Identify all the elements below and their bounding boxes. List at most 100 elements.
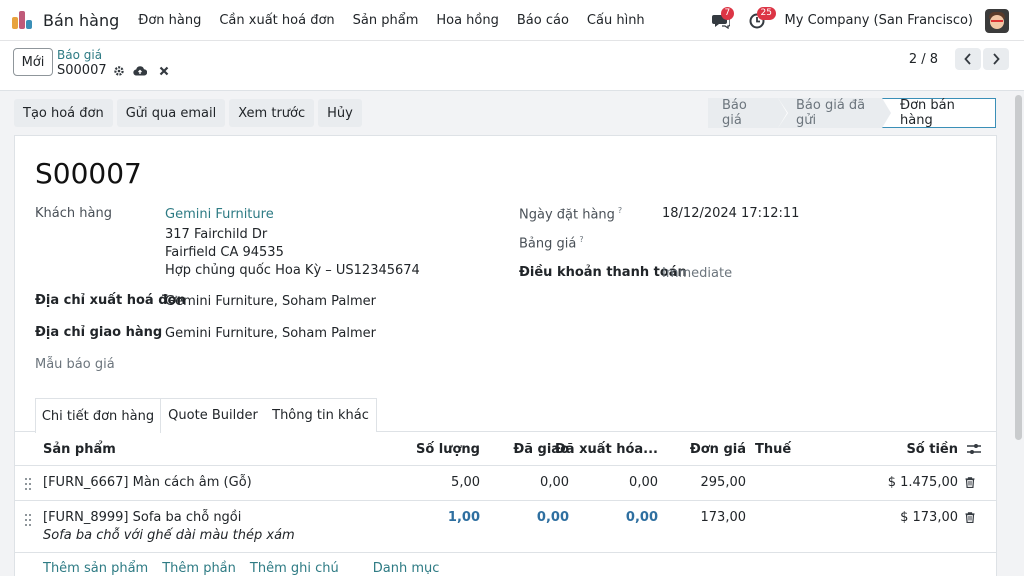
main-menu: Đơn hàng Cần xuất hoá đơn Sản phẩm Hoa h… <box>129 13 653 28</box>
invoice-address-label: Địa chỉ xuất hoá đơn <box>35 293 186 308</box>
column-taxes[interactable]: Thuế <box>755 442 791 457</box>
messages-button[interactable]: 7 <box>709 6 735 33</box>
line-quantity[interactable]: 5,00 <box>451 475 480 490</box>
customer-address-line1: 317 Fairchild Dr <box>165 227 268 242</box>
menu-products[interactable]: Sản phẩm <box>344 13 428 28</box>
form-sheet: S00007 Khách hàng Gemini Furniture 317 F… <box>14 135 997 576</box>
document-title: S00007 <box>35 157 142 190</box>
payment-terms-field[interactable]: Immediate <box>662 266 732 281</box>
create-invoice-button[interactable]: Tạo hoá đơn <box>14 99 113 127</box>
line-unit-price[interactable]: 173,00 <box>701 510 747 525</box>
messages-count-badge: 7 <box>720 6 735 20</box>
status-bar: Báo giá Báo giá đã gửi Đơn bán hàng <box>708 98 996 128</box>
line-subtotal: $ 1.475,00 <box>887 475 958 490</box>
company-switcher[interactable]: My Company (San Francisco) <box>785 13 973 28</box>
chevron-left-icon <box>964 53 971 65</box>
preview-button[interactable]: Xem trước <box>229 99 315 127</box>
menu-configuration[interactable]: Cấu hình <box>578 13 654 28</box>
line-delivered[interactable]: 0,00 <box>537 510 569 525</box>
cloud-upload-icon[interactable] <box>133 65 147 77</box>
stage-quotation-label: Báo giá <box>722 98 747 128</box>
line-invoiced: 0,00 <box>625 510 658 525</box>
pager-value[interactable]: 2 / 8 <box>909 52 938 67</box>
delete-line-icon[interactable] <box>965 512 975 523</box>
column-subtotal[interactable]: Số tiền <box>906 442 958 457</box>
stage-quotation[interactable]: Báo giá <box>708 98 788 128</box>
column-unit-price[interactable]: Đơn giá <box>690 442 746 457</box>
column-settings-icon[interactable] <box>967 443 981 455</box>
menu-to-invoice[interactable]: Cần xuất hoá đơn <box>210 13 343 28</box>
column-invoiced[interactable]: Đã xuất hóa... <box>555 442 658 457</box>
stage-sales-order[interactable]: Đơn bán hàng <box>882 98 996 128</box>
tab-order-lines[interactable]: Chi tiết đơn hàng <box>35 398 161 433</box>
top-navbar: Bán hàng Đơn hàng Cần xuất hoá đơn Sản p… <box>0 0 1024 41</box>
line-invoiced: 0,00 <box>629 475 658 490</box>
menu-orders[interactable]: Đơn hàng <box>129 13 210 28</box>
order-line-row[interactable]: [FURN_8999] Sofa ba chỗ ngồi Sofa ba chỗ… <box>15 501 996 553</box>
cancel-order-button[interactable]: Hủy <box>318 99 362 127</box>
order-date-help-icon[interactable]: ? <box>618 206 622 215</box>
menu-reporting[interactable]: Báo cáo <box>508 13 578 28</box>
control-panel: Mới Báo giá S00007 2 / 8 <box>0 41 1024 91</box>
drag-handle-icon[interactable] <box>25 478 33 490</box>
stage-quotation-sent-label: Báo giá đã gửi <box>796 98 866 128</box>
pager-next-button[interactable] <box>983 48 1009 70</box>
user-avatar[interactable] <box>985 8 1009 33</box>
activities-button[interactable]: 25 <box>745 6 776 33</box>
pager-previous-button[interactable] <box>955 48 981 70</box>
customer-link[interactable]: Gemini Furniture <box>165 207 274 222</box>
line-quantity[interactable]: 1,00 <box>448 510 480 525</box>
column-quantity[interactable]: Số lượng <box>416 442 480 457</box>
tab-other-info[interactable]: Thông tin khác <box>265 398 377 432</box>
add-product-link[interactable]: Thêm sản phẩm <box>43 561 148 576</box>
activities-count-badge: 25 <box>756 6 776 20</box>
quote-template-label: Mẫu báo giá <box>35 357 115 372</box>
line-product[interactable]: [FURN_8999] Sofa ba chỗ ngồi <box>43 510 241 525</box>
line-description[interactable]: Sofa ba chỗ với ghế dài màu thép xám <box>43 528 295 543</box>
pricelist-help-icon[interactable]: ? <box>579 235 583 244</box>
menu-commissions[interactable]: Hoa hồng <box>427 13 508 28</box>
tab-quote-builder[interactable]: Quote Builder <box>161 398 266 432</box>
customer-address-line3: Hợp chủng quốc Hoa Kỳ – US12345674 <box>165 263 420 278</box>
add-line-links: Thêm sản phẩm Thêm phần Thêm ghi chú Dan… <box>43 561 439 576</box>
notebook-tabs: Chi tiết đơn hàng Quote Builder Thông ti… <box>15 398 996 433</box>
delivery-address-label: Địa chỉ giao hàng <box>35 325 163 340</box>
delivery-address-field[interactable]: Gemini Furniture, Soham Palmer <box>165 326 376 341</box>
line-subtotal: $ 173,00 <box>900 510 958 525</box>
chevron-right-icon <box>993 53 1000 65</box>
pricelist-label: Bảng giá? <box>519 235 584 251</box>
stage-sales-order-label: Đơn bán hàng <box>900 98 955 128</box>
customer-label: Khách hàng <box>35 206 112 221</box>
order-date-label: Ngày đặt hàng? <box>519 206 622 222</box>
catalog-link[interactable]: Danh mục <box>373 561 440 576</box>
breadcrumb-quotations[interactable]: Báo giá <box>57 48 102 62</box>
send-email-button[interactable]: Gửi qua email <box>116 99 226 127</box>
stage-quotation-sent[interactable]: Báo giá đã gửi <box>778 98 892 128</box>
add-note-link[interactable]: Thêm ghi chú <box>250 561 339 576</box>
customer-address-line2: Fairfield CA 94535 <box>165 245 284 260</box>
order-date-field[interactable]: 18/12/2024 17:12:11 <box>662 206 799 221</box>
discard-icon[interactable] <box>159 66 169 76</box>
order-lines-header: Sản phẩm Số lượng Đã giao Đã xuất hóa...… <box>15 432 996 466</box>
breadcrumb-current: S00007 <box>57 63 169 78</box>
breadcrumb-current-label: S00007 <box>57 63 107 78</box>
form-view: Tạo hoá đơn Gửi qua email Xem trước Hủy … <box>0 91 1024 576</box>
line-product[interactable]: [FURN_6667] Màn cách âm (Gỗ) <box>43 475 252 490</box>
page-scrollbar[interactable] <box>1015 95 1022 440</box>
new-button[interactable]: Mới <box>13 48 53 76</box>
line-unit-price[interactable]: 295,00 <box>701 475 747 490</box>
pricelist-label-text: Bảng giá <box>519 236 577 252</box>
order-line-row[interactable]: [FURN_6667] Màn cách âm (Gỗ) 5,00 0,00 0… <box>15 466 996 501</box>
gear-icon[interactable] <box>113 65 125 77</box>
invoice-address-field[interactable]: Gemini Furniture, Soham Palmer <box>165 294 376 309</box>
app-name[interactable]: Bán hàng <box>43 11 119 30</box>
order-date-label-text: Ngày đặt hàng <box>519 207 615 223</box>
add-section-link[interactable]: Thêm phần <box>162 561 236 576</box>
sales-app-icon[interactable] <box>12 9 34 31</box>
delete-line-icon[interactable] <box>965 477 975 488</box>
action-buttons: Tạo hoá đơn Gửi qua email Xem trước Hủy <box>14 99 362 127</box>
systray: 7 25 My Company (San Francisco) <box>709 0 1024 41</box>
line-delivered[interactable]: 0,00 <box>540 475 569 490</box>
drag-handle-icon[interactable] <box>25 514 33 526</box>
column-product[interactable]: Sản phẩm <box>43 442 116 457</box>
